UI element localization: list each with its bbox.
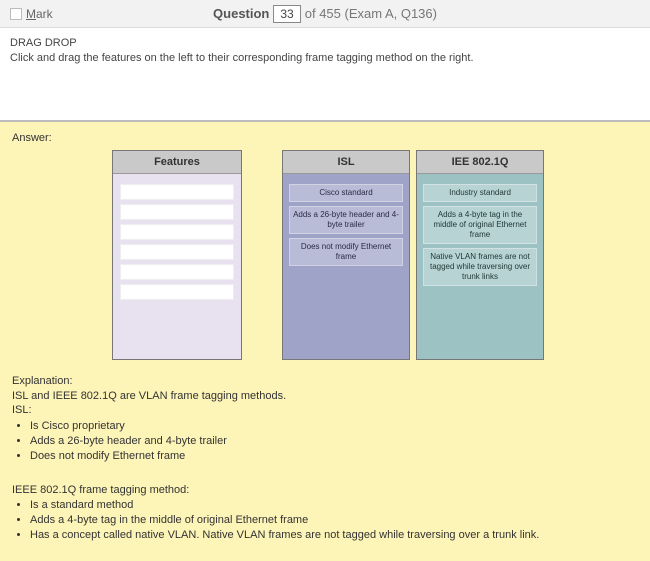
- drag-drop-columns: Features ISL Cisco standard Adds a 26-by…: [12, 150, 638, 360]
- feature-slot[interactable]: [120, 184, 234, 200]
- isl-chip[interactable]: Adds a 26-byte header and 4-byte trailer: [289, 206, 403, 234]
- answer-area: Answer: Features ISL Cisco standard Adds…: [0, 120, 650, 561]
- question-number-box: 33: [273, 5, 300, 23]
- list-item: Is Cisco proprietary: [30, 419, 638, 434]
- feature-slot[interactable]: [120, 284, 234, 300]
- instruction-body: Click and drag the features on the left …: [10, 51, 640, 66]
- isl-title: ISL: [283, 151, 409, 174]
- isl-dropzone[interactable]: Cisco standard Adds a 26-byte header and…: [283, 174, 409, 359]
- question-indicator: Question 33 of 455 (Exam A, Q136): [213, 5, 437, 23]
- mark-label: Mark: [26, 7, 53, 21]
- list-item: Is a standard method: [30, 498, 638, 513]
- ieee-title: IEE 802.1Q: [417, 151, 543, 174]
- question-header: Mark Question 33 of 455 (Exam A, Q136): [0, 0, 650, 28]
- instruction-block: DRAG DROP Click and drag the features on…: [0, 28, 650, 72]
- ieee-chip[interactable]: Industry standard: [423, 184, 537, 202]
- explanation-intro: ISL and IEEE 802.1Q are VLAN frame taggi…: [12, 389, 638, 404]
- feature-slot[interactable]: [120, 204, 234, 220]
- isl-panel: ISL Cisco standard Adds a 26-byte header…: [282, 150, 410, 360]
- ieee-chip[interactable]: Native VLAN frames are not tagged while …: [423, 248, 537, 286]
- explanation-ieee-list: Is a standard method Adds a 4-byte tag i…: [12, 498, 638, 543]
- target-panels: ISL Cisco standard Adds a 26-byte header…: [282, 150, 544, 360]
- list-item: Adds a 26-byte header and 4-byte trailer: [30, 434, 638, 449]
- feature-slot[interactable]: [120, 264, 234, 280]
- features-dropzone[interactable]: [113, 174, 241, 359]
- feature-slot[interactable]: [120, 244, 234, 260]
- list-item: Has a concept called native VLAN. Native…: [30, 528, 638, 543]
- explanation-block: Explanation: ISL and IEEE 802.1Q are VLA…: [12, 374, 638, 543]
- explanation-isl-list: Is Cisco proprietary Adds a 26-byte head…: [12, 419, 638, 464]
- ieee-dropzone[interactable]: Industry standard Adds a 4-byte tag in t…: [417, 174, 543, 359]
- question-word: Question: [213, 6, 269, 21]
- isl-chip[interactable]: Cisco standard: [289, 184, 403, 202]
- explanation-ieee-label: IEEE 802.1Q frame tagging method:: [12, 483, 638, 498]
- mark-checkbox[interactable]: [10, 8, 22, 20]
- answer-label: Answer:: [12, 132, 638, 144]
- features-panel: Features: [112, 150, 242, 360]
- feature-slot[interactable]: [120, 224, 234, 240]
- explanation-heading: Explanation:: [12, 374, 638, 389]
- mark-control[interactable]: Mark: [10, 7, 53, 21]
- list-item: Does not modify Ethernet frame: [30, 449, 638, 464]
- ieee-chip[interactable]: Adds a 4-byte tag in the middle of origi…: [423, 206, 537, 244]
- ieee-panel: IEE 802.1Q Industry standard Adds a 4-by…: [416, 150, 544, 360]
- list-item: Adds a 4-byte tag in the middle of origi…: [30, 513, 638, 528]
- isl-chip[interactable]: Does not modify Ethernet frame: [289, 238, 403, 266]
- question-total: of 455 (Exam A, Q136): [305, 6, 437, 21]
- features-title: Features: [113, 151, 241, 174]
- instruction-title: DRAG DROP: [10, 36, 640, 51]
- explanation-isl-label: ISL:: [12, 403, 638, 418]
